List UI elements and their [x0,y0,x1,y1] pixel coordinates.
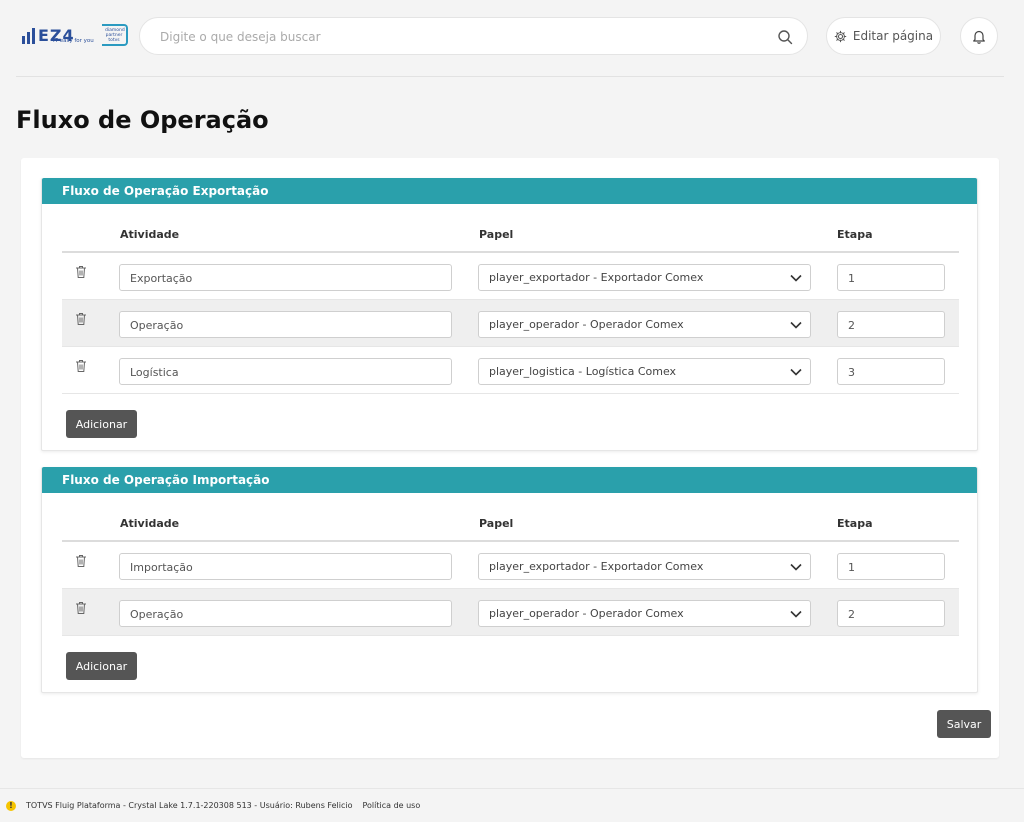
chevron-down-icon [790,368,802,376]
role-select[interactable]: player_logistica - Logística Comex [478,358,811,385]
table-row: Importação player_exportador - Exportado… [62,542,959,589]
notifications-button[interactable] [960,17,998,55]
trash-icon[interactable] [75,601,87,615]
trash-icon[interactable] [75,554,87,568]
add-row-button[interactable]: Adicionar [66,652,137,680]
panel-title: Fluxo de Operação Exportação [42,178,977,204]
step-input[interactable]: 3 [837,358,945,385]
footer: ! TOTVS Fluig Plataforma - Crystal Lake … [0,788,1024,822]
chevron-down-icon [790,274,802,282]
platform-info: TOTVS Fluig Plataforma - Crystal Lake 1.… [26,801,353,810]
role-select[interactable]: player_operador - Operador Comex [478,600,811,627]
partner-badge-text: diamond partner totvs [105,28,125,43]
trash-icon[interactable] [75,312,87,326]
header-divider [16,76,1004,77]
role-select-value: player_operador - Operador Comex [489,607,684,620]
ez4-logo[interactable]: EZ4 IT easy for you diamond partner totv… [22,22,132,50]
table-row: Operação player_operador - Operador Come… [62,589,959,636]
logo-tagline: IT easy for you [53,38,94,44]
panel-title: Fluxo de Operação Importação [42,467,977,493]
logo-bars-icon [22,28,35,44]
table-row: Operação player_operador - Operador Come… [62,300,959,347]
table-row: Logística player_logistica - Logística C… [62,347,959,394]
step-input[interactable]: 2 [837,311,945,338]
edit-page-label: Editar página [852,29,934,43]
column-activity: Atividade [120,228,180,241]
trash-icon[interactable] [75,359,87,373]
chevron-down-icon [790,610,802,618]
role-select[interactable]: player_exportador - Exportador Comex [478,264,811,291]
role-select[interactable]: player_exportador - Exportador Comex [478,553,811,580]
activity-input[interactable]: Operação [119,600,452,627]
step-input[interactable]: 2 [837,600,945,627]
role-select-value: player_exportador - Exportador Comex [489,271,704,284]
chevron-down-icon [790,321,802,329]
save-button[interactable]: Salvar [937,710,991,738]
edit-page-button[interactable]: Editar página [826,17,941,55]
import-flow-panel: Fluxo de Operação Importação Atividade P… [41,467,978,693]
search-icon[interactable] [777,29,793,45]
search-bar[interactable] [139,17,808,55]
partner-badge: diamond partner totvs [102,24,128,46]
column-activity: Atividade [120,517,180,530]
usage-policy-link[interactable]: Política de uso [362,801,420,810]
gear-icon [834,30,847,42]
activity-input[interactable]: Exportação [119,264,452,291]
step-input[interactable]: 1 [837,553,945,580]
step-input[interactable]: 1 [837,264,945,291]
add-row-button[interactable]: Adicionar [66,410,137,438]
export-flow-panel: Fluxo de Operação Exportação Atividade P… [41,178,978,451]
trash-icon[interactable] [75,265,87,279]
column-role: Papel [479,228,514,241]
column-role: Papel [479,517,514,530]
bell-icon [973,30,985,44]
role-select-value: player_exportador - Exportador Comex [489,560,704,573]
warning-icon: ! [6,800,16,811]
activity-input[interactable]: Importação [119,553,452,580]
column-step: Etapa [837,228,873,241]
activity-input[interactable]: Operação [119,311,452,338]
role-select[interactable]: player_operador - Operador Comex [478,311,811,338]
role-select-value: player_logistica - Logística Comex [489,365,677,378]
activity-input[interactable]: Logística [119,358,452,385]
page-title: Fluxo de Operação [16,106,269,134]
top-bar: EZ4 IT easy for you diamond partner totv… [0,0,1024,77]
chevron-down-icon [790,563,802,571]
table-row: Exportação player_exportador - Exportado… [62,253,959,300]
column-step: Etapa [837,517,873,530]
content-card: Fluxo de Operação Exportação Atividade P… [21,158,999,758]
search-input[interactable] [160,27,760,47]
role-select-value: player_operador - Operador Comex [489,318,684,331]
